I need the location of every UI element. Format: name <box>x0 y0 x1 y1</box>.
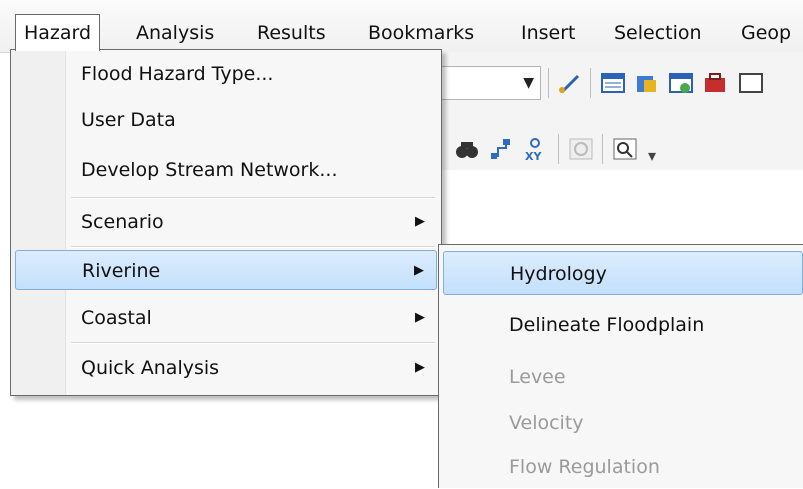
menu-item-label: Develop Stream Network... <box>81 159 338 181</box>
submenu-arrow-icon: ▶ <box>415 360 425 375</box>
toolbar-separator <box>590 68 591 98</box>
svg-text:XY: XY <box>525 150 542 162</box>
submenu-arrow-icon: ▶ <box>415 214 425 229</box>
riverine-submenu: Hydrology Delineate Floodplain Levee Vel… <box>438 244 803 488</box>
find-icon[interactable] <box>454 136 480 162</box>
toolbox-icon[interactable] <box>702 70 728 96</box>
menu-item-label: Riverine <box>82 260 161 282</box>
edit-tool-icon[interactable] <box>556 70 582 96</box>
menu-item-label: Flow Regulation <box>509 456 660 478</box>
menu-item-label: Coastal <box>81 307 152 329</box>
scale-combo[interactable]: ▼ <box>440 66 541 100</box>
menu-bar: Hazard Analysis Results Bookmarks Insert… <box>0 0 803 53</box>
menu-item-coastal[interactable]: Coastal ▶ <box>15 298 437 338</box>
submenu-item-flow-regulation: Flow Regulation <box>443 445 803 489</box>
submenu-item-hydrology[interactable]: Hydrology <box>443 251 803 295</box>
menu-item-label: Quick Analysis <box>81 357 220 379</box>
layer-icon[interactable] <box>634 70 660 96</box>
menu-separator <box>71 197 435 199</box>
menu-item-riverine[interactable]: Riverine ▶ <box>15 250 437 290</box>
menu-item-develop-stream-network[interactable]: Develop Stream Network... <box>15 150 437 190</box>
menu-geoprocessing[interactable]: Geop <box>741 18 791 48</box>
hazard-menu: Flood Hazard Type... User Data Develop S… <box>10 49 442 396</box>
toolbar-separator <box>548 68 549 98</box>
menu-item-label: Delineate Floodplain <box>509 314 705 336</box>
submenu-arrow-icon: ▶ <box>414 263 424 278</box>
menu-results[interactable]: Results <box>257 18 326 48</box>
menu-item-label: Flood Hazard Type... <box>81 63 274 85</box>
menu-analysis[interactable]: Analysis <box>136 18 214 48</box>
menu-item-label: Hydrology <box>510 263 607 285</box>
submenu-arrow-icon: ▶ <box>415 310 425 325</box>
menu-item-label: Velocity <box>509 412 584 434</box>
menu-item-user-data[interactable]: User Data <box>15 100 437 140</box>
menu-item-scenario[interactable]: Scenario ▶ <box>15 202 437 242</box>
menu-item-label: Levee <box>509 366 566 388</box>
menu-hazard[interactable]: Hazard <box>15 14 101 51</box>
menu-item-quick-analysis[interactable]: Quick Analysis ▶ <box>15 348 437 388</box>
menu-separator <box>71 246 435 248</box>
table-icon[interactable] <box>600 70 626 96</box>
menu-bookmarks[interactable]: Bookmarks <box>368 18 474 48</box>
time-slider-icon <box>569 138 593 160</box>
python-window-icon[interactable] <box>738 70 764 96</box>
submenu-item-levee: Levee <box>443 355 803 399</box>
toolbar-separator <box>602 134 603 164</box>
toolbar-separator <box>558 134 559 164</box>
route-icon[interactable] <box>488 136 514 162</box>
menu-selection[interactable]: Selection <box>614 18 702 48</box>
submenu-item-velocity: Velocity <box>443 401 803 445</box>
menu-separator <box>71 342 435 344</box>
menu-item-flood-hazard-type[interactable]: Flood Hazard Type... <box>15 54 437 94</box>
menu-item-label: Scenario <box>81 211 164 233</box>
submenu-item-delineate-floodplain[interactable]: Delineate Floodplain <box>443 303 803 347</box>
zoom-window-icon[interactable] <box>612 136 638 162</box>
menu-item-label: User Data <box>81 109 176 131</box>
chevron-down-icon[interactable]: ▼ <box>523 75 534 91</box>
menu-insert[interactable]: Insert <box>521 18 576 48</box>
goto-xy-icon[interactable]: XY <box>522 136 548 162</box>
toolbar-overflow-icon[interactable]: ▾ <box>648 146 656 165</box>
window-icon[interactable] <box>668 70 694 96</box>
